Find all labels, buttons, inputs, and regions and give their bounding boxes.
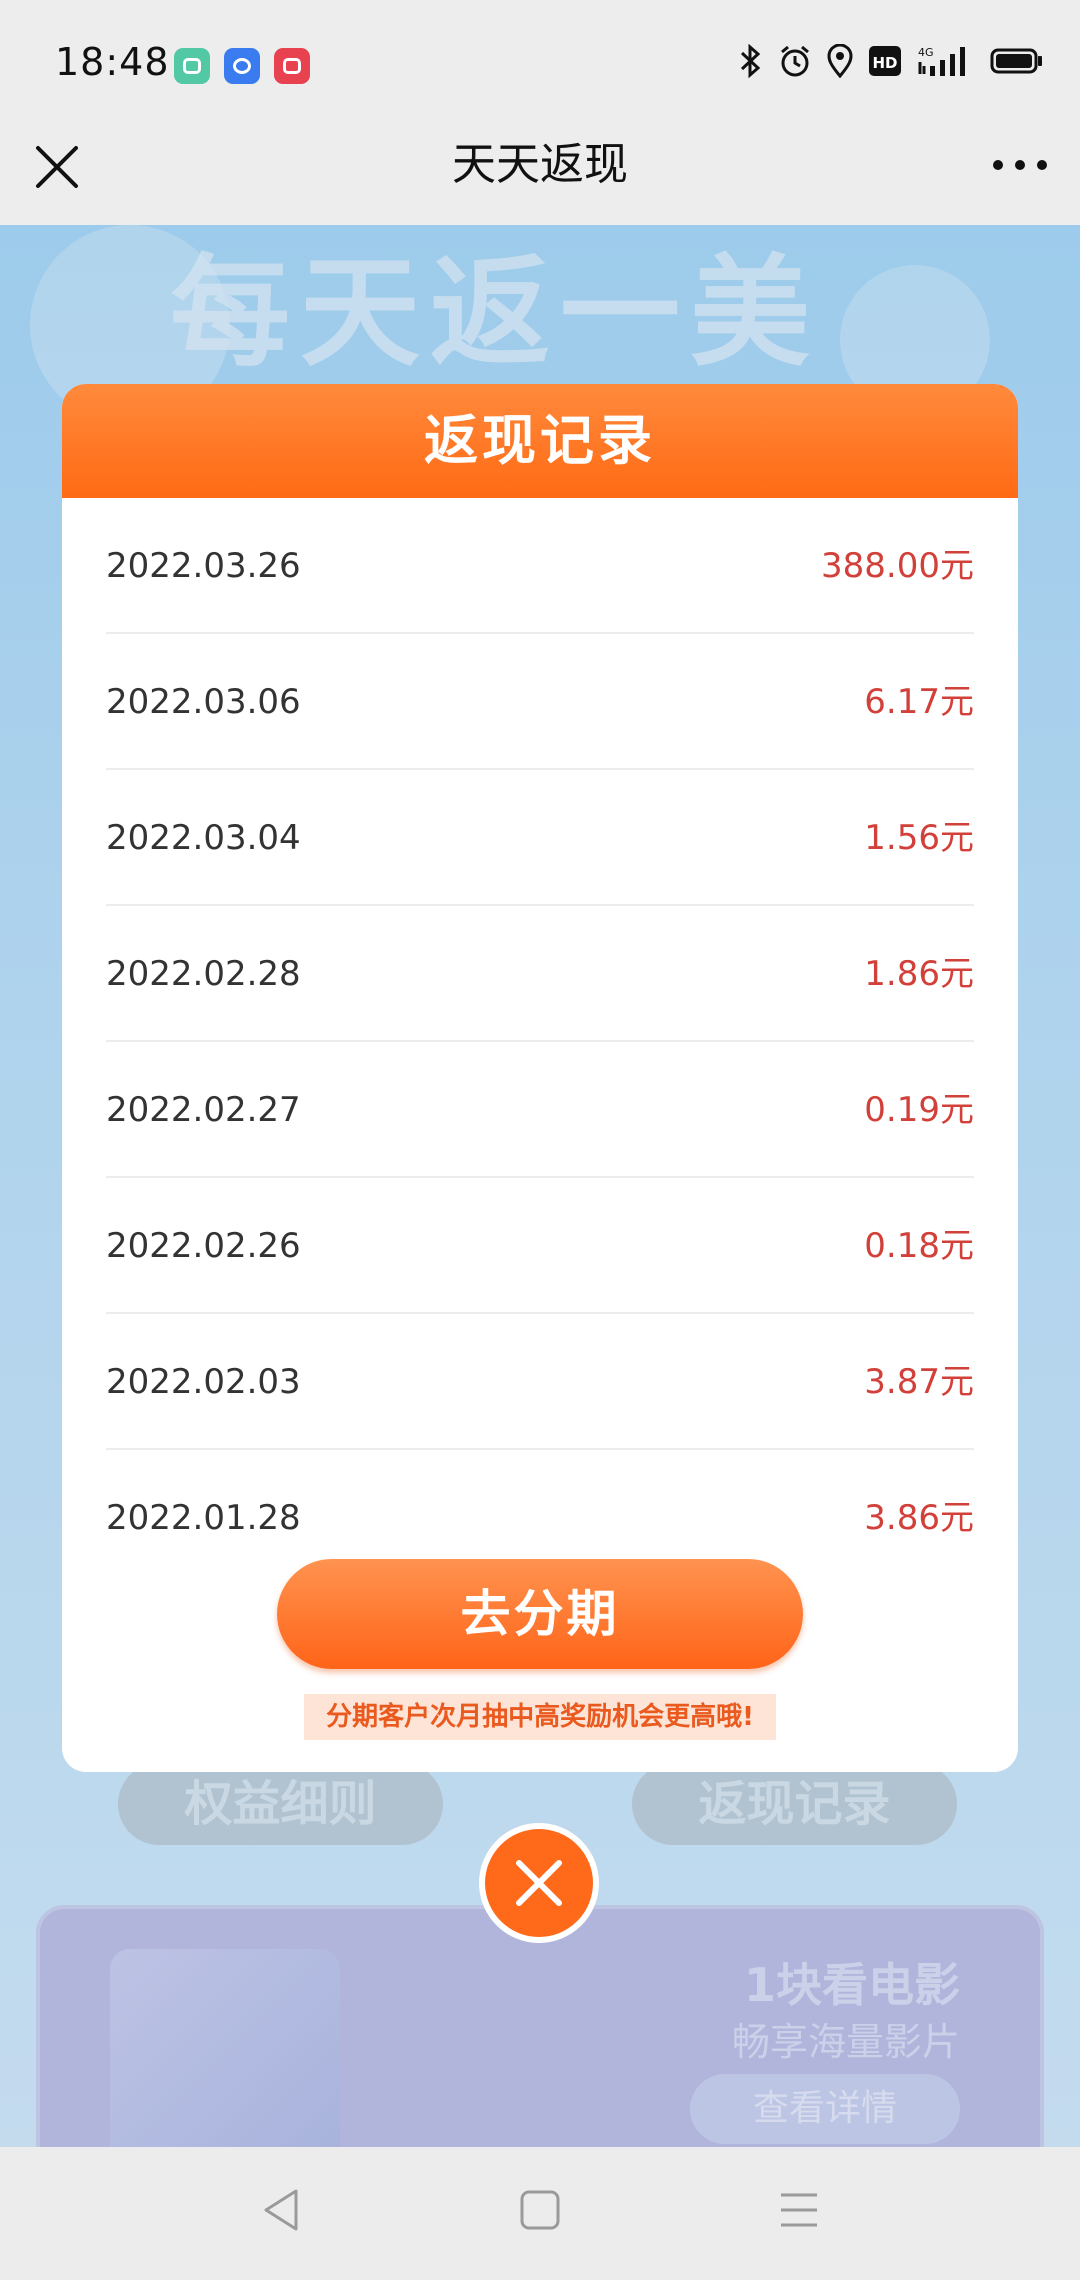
signal-4g-icon: 4G <box>918 46 965 76</box>
installment-button[interactable]: 去分期 <box>277 1559 803 1669</box>
record-amount: 0.18元 <box>864 1226 974 1266</box>
list-item: 2022.02.28 1.86元 <box>106 906 974 1042</box>
record-amount: 6.17元 <box>864 682 974 722</box>
network-label: 4G <box>918 46 934 59</box>
status-bar: 18:48 HD 4G <box>0 0 1080 130</box>
record-date: 2022.01.28 <box>106 1498 301 1538</box>
list-item: 2022.03.06 6.17元 <box>106 634 974 770</box>
record-amount: 3.86元 <box>864 1498 974 1538</box>
record-amount: 0.19元 <box>864 1090 974 1130</box>
record-date: 2022.02.03 <box>106 1362 301 1402</box>
list-item: 2022.03.04 1.56元 <box>106 770 974 906</box>
record-amount: 1.86元 <box>864 954 974 994</box>
record-amount: 388.00元 <box>821 546 974 586</box>
close-icon <box>516 1860 562 1906</box>
chat-icon <box>224 48 260 84</box>
modal-title: 返现记录 <box>62 384 1018 498</box>
home-icon[interactable] <box>517 2185 563 2235</box>
status-time: 18:48 <box>55 40 170 84</box>
modal-close-button[interactable] <box>479 1823 599 1943</box>
list-item: 2022.03.26 388.00元 <box>106 498 974 634</box>
record-date: 2022.03.06 <box>106 682 301 722</box>
record-amount: 1.56元 <box>864 818 974 858</box>
record-date: 2022.03.26 <box>106 546 301 586</box>
more-icon[interactable] <box>990 150 1050 180</box>
multi-window-icon <box>174 48 210 84</box>
record-date: 2022.03.04 <box>106 818 301 858</box>
page-title: 天天返现 <box>452 139 628 190</box>
alarm-icon <box>781 45 809 77</box>
back-icon[interactable] <box>258 2185 304 2235</box>
video-icon <box>274 48 310 84</box>
location-icon <box>827 44 853 78</box>
installment-tip: 分期客户次月抽中高奖励机会更高哦! <box>304 1694 776 1740</box>
cashback-records-modal: 返现记录 2022.03.26 388.00元 2022.03.06 6.17元… <box>62 384 1018 1772</box>
hd-label: HD <box>872 54 897 72</box>
list-item: 2022.02.26 0.18元 <box>106 1178 974 1314</box>
record-amount: 3.87元 <box>864 1362 974 1402</box>
battery-icon <box>990 48 1042 74</box>
record-date: 2022.02.28 <box>106 954 301 994</box>
bluetooth-icon <box>740 44 761 78</box>
recents-icon[interactable] <box>776 2185 822 2235</box>
record-date: 2022.02.26 <box>106 1226 301 1266</box>
nav-bar: 天天返现 <box>0 130 1080 225</box>
system-nav-bar <box>0 2147 1080 2280</box>
system-icons: HD 4G <box>738 44 1044 78</box>
list-item: 2022.02.03 3.87元 <box>106 1314 974 1450</box>
hd-icon: HD <box>869 46 901 76</box>
record-date: 2022.02.27 <box>106 1090 301 1130</box>
list-item: 2022.02.27 0.19元 <box>106 1042 974 1178</box>
records-list: 2022.03.26 388.00元 2022.03.06 6.17元 2022… <box>106 498 974 1586</box>
